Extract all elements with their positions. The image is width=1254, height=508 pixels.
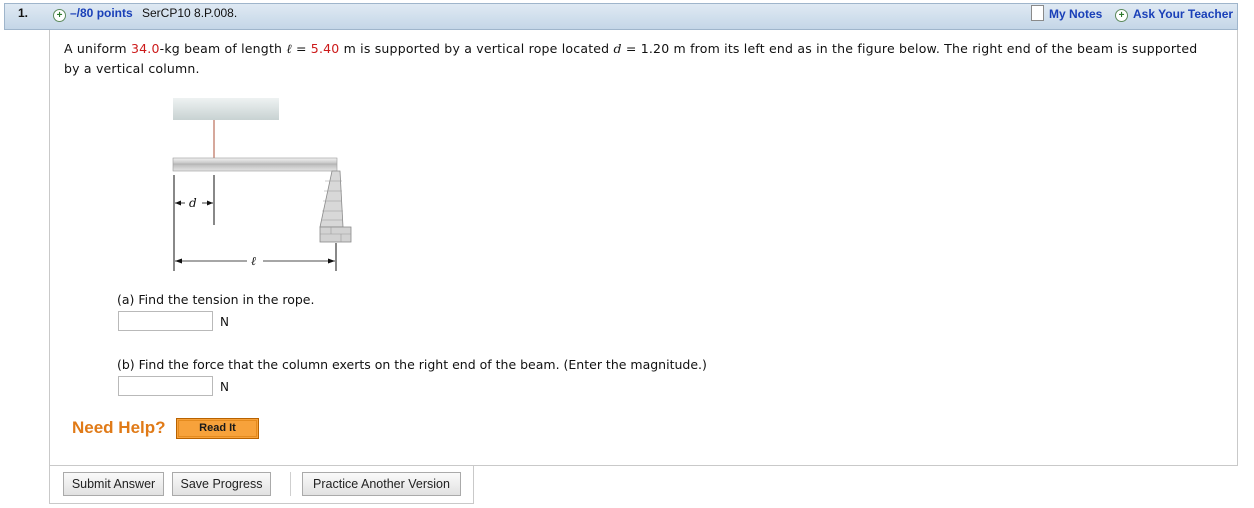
problem-text: m is supported by a vertical rope locate…: [339, 41, 614, 56]
save-progress-button[interactable]: Save Progress: [172, 472, 271, 496]
part-a-answer-field[interactable]: [118, 311, 213, 331]
length-value: 5.40: [310, 41, 340, 56]
ask-teacher-link[interactable]: Ask Your Teacher: [1133, 7, 1233, 21]
beam: [172, 157, 338, 172]
part-b-question: (b) Find the force that the column exert…: [117, 357, 707, 372]
points-label: –/80 points: [70, 6, 133, 20]
problem-code: SerCP10 8.P.008.: [142, 6, 238, 20]
problem-statement: A uniform 34.0-kg beam of length ℓ = 5.4…: [64, 39, 1214, 79]
column: [319, 170, 352, 243]
ceiling: [173, 98, 279, 120]
mass-value: 34.0: [130, 41, 160, 56]
part-a-question: (a) Find the tension in the rope.: [117, 292, 315, 307]
expand-plus-icon[interactable]: +: [53, 9, 66, 22]
problem-text: -kg beam of length: [159, 41, 287, 56]
problem-text: =: [291, 41, 311, 56]
part-a-unit: N: [220, 315, 229, 329]
ask-teacher-plus-icon[interactable]: +: [1115, 9, 1128, 22]
submit-answer-button[interactable]: Submit Answer: [63, 472, 164, 496]
part-b-answer-field[interactable]: [118, 376, 213, 396]
need-help-label: Need Help?: [72, 418, 166, 437]
practice-another-version-button[interactable]: Practice Another Version: [302, 472, 461, 496]
my-notes-link[interactable]: My Notes: [1049, 7, 1102, 21]
d-symbol: d: [613, 41, 622, 56]
beam-figure: d ℓ: [172, 98, 352, 271]
ell-label: ℓ: [251, 254, 256, 268]
question-number: 1.: [18, 6, 29, 20]
d-label: d: [189, 196, 197, 210]
read-it-button[interactable]: Read It: [176, 418, 259, 439]
button-divider: [290, 472, 291, 496]
part-b-unit: N: [220, 380, 229, 394]
notes-icon[interactable]: [1031, 5, 1044, 21]
problem-text: A uniform: [64, 41, 131, 56]
